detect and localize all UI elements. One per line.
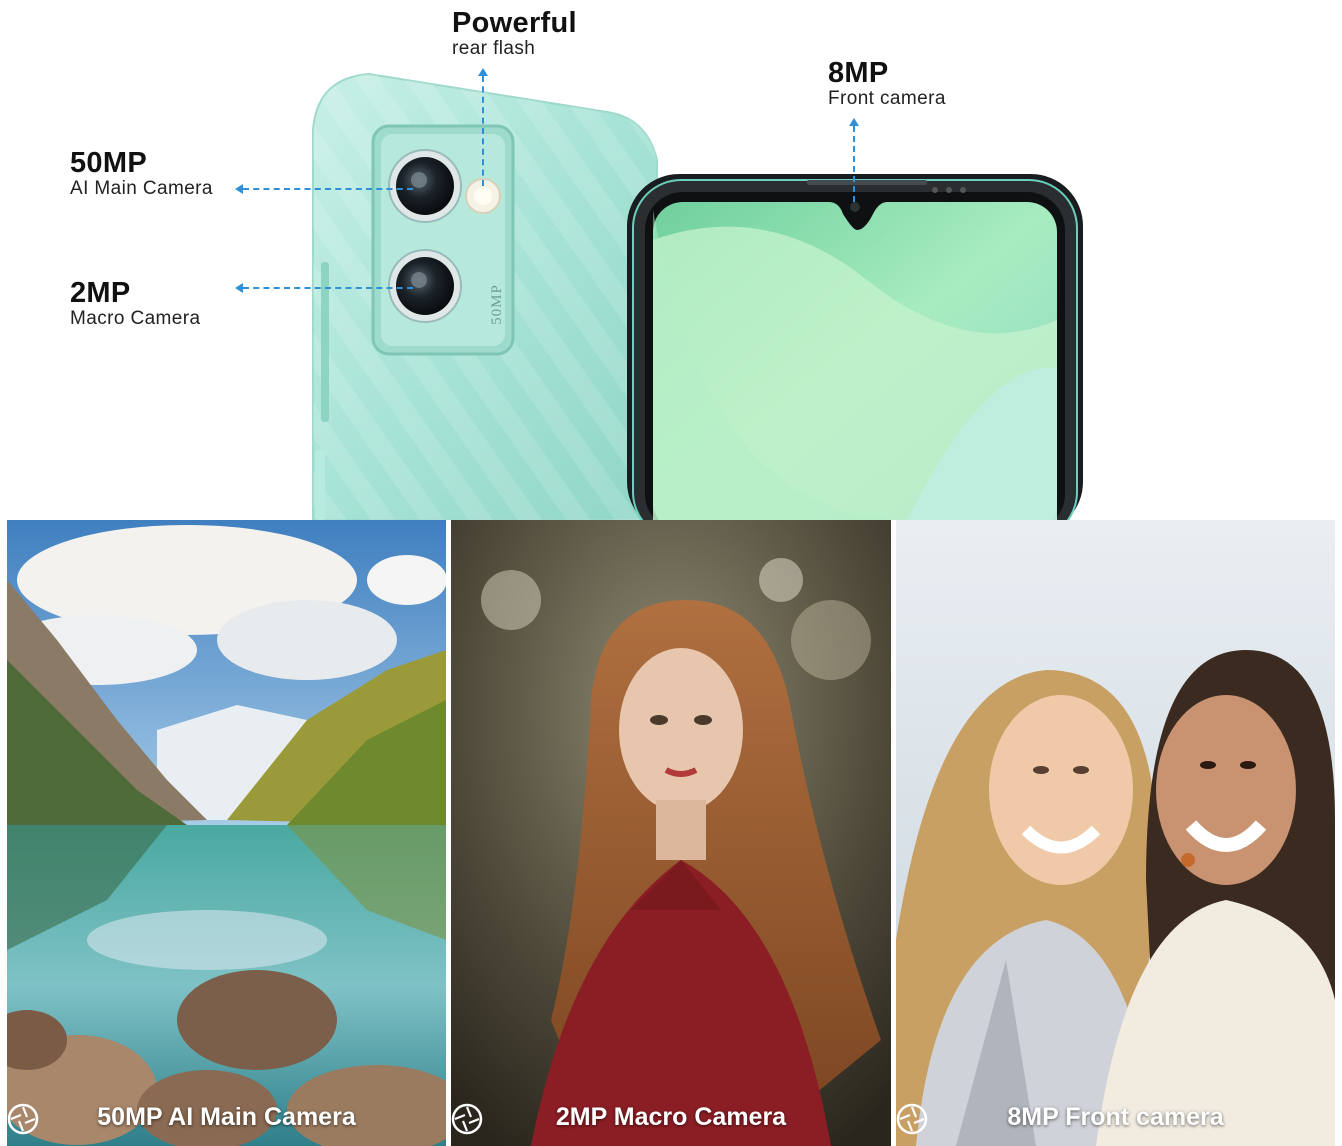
caption-selfie-text: 8MP Front camera [1007,1103,1224,1131]
callout-front-camera-title: 8MP [828,57,889,89]
callout-rear-flash-sub: rear flash [452,38,536,59]
callout-macro-camera-title: 2MP [70,277,131,309]
caption-selfie: 8MP Front camera [896,1103,1335,1135]
front-camera-pointer [853,126,855,202]
macro-camera-pointer [243,287,413,289]
callout-macro-camera-sub: Macro Camera [70,308,201,329]
aperture-icon [896,1103,928,1135]
caption-landscape: 50MP AI Main Camera [7,1103,446,1135]
caption-portrait: 2MP Macro Camera [451,1103,891,1135]
phone-rear-illustration [312,72,1083,520]
callout-front-camera-sub: Front camera [828,88,946,109]
callout-main-camera-sub: AI Main Camera [70,178,213,199]
rear-flash-pointer [482,76,484,186]
aperture-icon [7,1103,39,1135]
callout-front-camera: 8MP Front camera [828,58,946,110]
main-camera-pointer [243,188,413,190]
sample-photo-landscape: 50MP AI Main Camera [7,520,446,1146]
landscape-image [7,520,446,1146]
aperture-icon [451,1103,483,1135]
callout-rear-flash: Powerful rear flash [452,8,577,60]
callout-macro-camera: 2MP Macro Camera [70,278,200,330]
caption-landscape-text: 50MP AI Main Camera [97,1103,356,1131]
arrow-left-icon [235,283,243,293]
callout-rear-flash-title: Powerful [452,7,577,39]
portrait-image [451,520,891,1146]
callout-main-camera-title: 50MP [70,147,147,179]
sample-photos: 50MP AI Main Camera 2MP Macro Camera 8MP… [7,520,1335,1146]
module-label: 50MP [488,284,505,325]
arrow-up-icon [478,68,488,76]
arrow-up-icon [849,118,859,126]
selfie-image [896,520,1335,1146]
sample-photo-portrait: 2MP Macro Camera [451,520,891,1146]
callout-main-camera: 50MP AI Main Camera [70,148,213,200]
sample-photo-selfie: 8MP Front camera [896,520,1335,1146]
arrow-left-icon [235,184,243,194]
hero-phone-section: 50MP Powerful rear flash 8MP Front camer… [7,0,1335,520]
caption-portrait-text: 2MP Macro Camera [555,1103,787,1131]
